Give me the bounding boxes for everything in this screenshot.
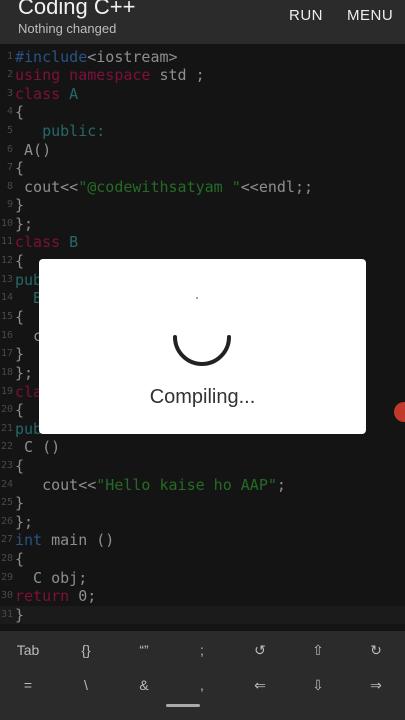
menu-button[interactable]: MENU [347, 7, 393, 24]
symbol-key[interactable]: ⇒ [356, 677, 396, 694]
symbol-key[interactable]: \ [66, 677, 106, 693]
app-title: Coding C++ [18, 0, 136, 19]
symbol-key[interactable]: = [8, 677, 48, 693]
compiling-text: Compiling... [149, 386, 256, 408]
symbol-key[interactable]: “” [124, 642, 164, 658]
symbol-key[interactable]: Tab [8, 642, 48, 658]
symbol-key[interactable]: ⇧ [298, 642, 338, 659]
symbol-key[interactable]: ⇐ [240, 677, 280, 694]
symbol-key[interactable]: ⇩ [298, 677, 338, 694]
symbol-key[interactable]: ↻ [356, 642, 396, 659]
symbol-key[interactable]: ↺ [240, 642, 280, 659]
symbol-key[interactable]: {} [66, 642, 106, 658]
run-button[interactable]: RUN [289, 7, 323, 24]
spinner-dot [196, 297, 198, 299]
symbol-key[interactable]: & [124, 677, 164, 693]
app-bar: Coding C++ Nothing changed RUN MENU [0, 0, 405, 44]
symbol-key[interactable]: , [182, 677, 222, 693]
gesture-bar [166, 704, 200, 707]
symbol-key[interactable]: ; [182, 642, 222, 658]
save-status: Nothing changed [18, 21, 117, 36]
